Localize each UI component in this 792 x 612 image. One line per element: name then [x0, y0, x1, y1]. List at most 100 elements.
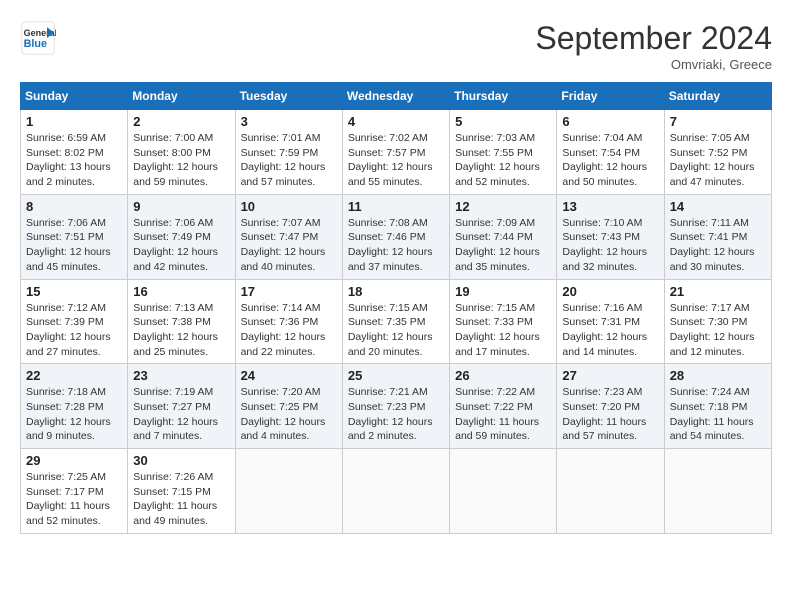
calendar-cell: [664, 449, 771, 534]
day-info: Sunrise: 7:24 AM Sunset: 7:18 PM Dayligh…: [670, 385, 766, 444]
calendar-cell: 4 Sunrise: 7:02 AM Sunset: 7:57 PM Dayli…: [342, 110, 449, 195]
calendar-cell: 30 Sunrise: 7:26 AM Sunset: 7:15 PM Dayl…: [128, 449, 235, 534]
calendar-cell: 7 Sunrise: 7:05 AM Sunset: 7:52 PM Dayli…: [664, 110, 771, 195]
calendar-cell: [557, 449, 664, 534]
calendar-header-saturday: Saturday: [664, 83, 771, 110]
calendar-cell: 13 Sunrise: 7:10 AM Sunset: 7:43 PM Dayl…: [557, 194, 664, 279]
calendar-cell: [450, 449, 557, 534]
calendar-header-sunday: Sunday: [21, 83, 128, 110]
day-number: 30: [133, 453, 229, 468]
day-number: 18: [348, 284, 444, 299]
day-info: Sunrise: 7:23 AM Sunset: 7:20 PM Dayligh…: [562, 385, 658, 444]
day-info: Sunrise: 7:22 AM Sunset: 7:22 PM Dayligh…: [455, 385, 551, 444]
logo-icon: General Blue: [20, 20, 56, 56]
day-info: Sunrise: 7:19 AM Sunset: 7:27 PM Dayligh…: [133, 385, 229, 444]
day-info: Sunrise: 7:07 AM Sunset: 7:47 PM Dayligh…: [241, 216, 337, 275]
calendar-header-tuesday: Tuesday: [235, 83, 342, 110]
day-info: Sunrise: 7:02 AM Sunset: 7:57 PM Dayligh…: [348, 131, 444, 190]
calendar-cell: [342, 449, 449, 534]
day-info: Sunrise: 7:09 AM Sunset: 7:44 PM Dayligh…: [455, 216, 551, 275]
title-block: September 2024 Omvriaki, Greece: [535, 20, 772, 72]
day-number: 6: [562, 114, 658, 129]
day-number: 1: [26, 114, 122, 129]
calendar-cell: 16 Sunrise: 7:13 AM Sunset: 7:38 PM Dayl…: [128, 279, 235, 364]
calendar-cell: 25 Sunrise: 7:21 AM Sunset: 7:23 PM Dayl…: [342, 364, 449, 449]
calendar-header-friday: Friday: [557, 83, 664, 110]
day-info: Sunrise: 7:01 AM Sunset: 7:59 PM Dayligh…: [241, 131, 337, 190]
day-info: Sunrise: 6:59 AM Sunset: 8:02 PM Dayligh…: [26, 131, 122, 190]
day-number: 23: [133, 368, 229, 383]
day-info: Sunrise: 7:08 AM Sunset: 7:46 PM Dayligh…: [348, 216, 444, 275]
calendar-cell: 8 Sunrise: 7:06 AM Sunset: 7:51 PM Dayli…: [21, 194, 128, 279]
day-number: 24: [241, 368, 337, 383]
month-title: September 2024: [535, 20, 772, 57]
calendar-cell: [235, 449, 342, 534]
day-info: Sunrise: 7:12 AM Sunset: 7:39 PM Dayligh…: [26, 301, 122, 360]
svg-text:Blue: Blue: [24, 38, 47, 50]
day-info: Sunrise: 7:25 AM Sunset: 7:17 PM Dayligh…: [26, 470, 122, 529]
day-info: Sunrise: 7:04 AM Sunset: 7:54 PM Dayligh…: [562, 131, 658, 190]
day-number: 2: [133, 114, 229, 129]
calendar-table: SundayMondayTuesdayWednesdayThursdayFrid…: [20, 82, 772, 534]
day-info: Sunrise: 7:18 AM Sunset: 7:28 PM Dayligh…: [26, 385, 122, 444]
location: Omvriaki, Greece: [535, 57, 772, 72]
day-info: Sunrise: 7:17 AM Sunset: 7:30 PM Dayligh…: [670, 301, 766, 360]
day-number: 3: [241, 114, 337, 129]
calendar-cell: 10 Sunrise: 7:07 AM Sunset: 7:47 PM Dayl…: [235, 194, 342, 279]
day-info: Sunrise: 7:16 AM Sunset: 7:31 PM Dayligh…: [562, 301, 658, 360]
calendar-cell: 19 Sunrise: 7:15 AM Sunset: 7:33 PM Dayl…: [450, 279, 557, 364]
day-info: Sunrise: 7:10 AM Sunset: 7:43 PM Dayligh…: [562, 216, 658, 275]
day-number: 14: [670, 199, 766, 214]
calendar-cell: 9 Sunrise: 7:06 AM Sunset: 7:49 PM Dayli…: [128, 194, 235, 279]
day-number: 13: [562, 199, 658, 214]
calendar-header-monday: Monday: [128, 83, 235, 110]
calendar-week-4: 22 Sunrise: 7:18 AM Sunset: 7:28 PM Dayl…: [21, 364, 772, 449]
day-info: Sunrise: 7:26 AM Sunset: 7:15 PM Dayligh…: [133, 470, 229, 529]
calendar-cell: 24 Sunrise: 7:20 AM Sunset: 7:25 PM Dayl…: [235, 364, 342, 449]
day-number: 5: [455, 114, 551, 129]
day-info: Sunrise: 7:11 AM Sunset: 7:41 PM Dayligh…: [670, 216, 766, 275]
calendar-cell: 5 Sunrise: 7:03 AM Sunset: 7:55 PM Dayli…: [450, 110, 557, 195]
calendar-cell: 27 Sunrise: 7:23 AM Sunset: 7:20 PM Dayl…: [557, 364, 664, 449]
day-number: 21: [670, 284, 766, 299]
calendar-cell: 2 Sunrise: 7:00 AM Sunset: 8:00 PM Dayli…: [128, 110, 235, 195]
day-number: 26: [455, 368, 551, 383]
day-info: Sunrise: 7:03 AM Sunset: 7:55 PM Dayligh…: [455, 131, 551, 190]
day-number: 17: [241, 284, 337, 299]
day-info: Sunrise: 7:05 AM Sunset: 7:52 PM Dayligh…: [670, 131, 766, 190]
day-number: 28: [670, 368, 766, 383]
calendar-cell: 26 Sunrise: 7:22 AM Sunset: 7:22 PM Dayl…: [450, 364, 557, 449]
calendar-cell: 17 Sunrise: 7:14 AM Sunset: 7:36 PM Dayl…: [235, 279, 342, 364]
day-number: 9: [133, 199, 229, 214]
calendar-cell: 12 Sunrise: 7:09 AM Sunset: 7:44 PM Dayl…: [450, 194, 557, 279]
calendar-cell: 14 Sunrise: 7:11 AM Sunset: 7:41 PM Dayl…: [664, 194, 771, 279]
day-number: 8: [26, 199, 122, 214]
day-info: Sunrise: 7:20 AM Sunset: 7:25 PM Dayligh…: [241, 385, 337, 444]
calendar-header-wednesday: Wednesday: [342, 83, 449, 110]
day-info: Sunrise: 7:21 AM Sunset: 7:23 PM Dayligh…: [348, 385, 444, 444]
day-number: 22: [26, 368, 122, 383]
calendar-cell: 29 Sunrise: 7:25 AM Sunset: 7:17 PM Dayl…: [21, 449, 128, 534]
day-number: 11: [348, 199, 444, 214]
day-info: Sunrise: 7:06 AM Sunset: 7:49 PM Dayligh…: [133, 216, 229, 275]
day-number: 27: [562, 368, 658, 383]
calendar-cell: 23 Sunrise: 7:19 AM Sunset: 7:27 PM Dayl…: [128, 364, 235, 449]
day-number: 16: [133, 284, 229, 299]
calendar-cell: 22 Sunrise: 7:18 AM Sunset: 7:28 PM Dayl…: [21, 364, 128, 449]
calendar-week-2: 8 Sunrise: 7:06 AM Sunset: 7:51 PM Dayli…: [21, 194, 772, 279]
day-info: Sunrise: 7:15 AM Sunset: 7:33 PM Dayligh…: [455, 301, 551, 360]
day-number: 12: [455, 199, 551, 214]
day-number: 15: [26, 284, 122, 299]
calendar-cell: 1 Sunrise: 6:59 AM Sunset: 8:02 PM Dayli…: [21, 110, 128, 195]
page-header: General Blue September 2024 Omvriaki, Gr…: [20, 20, 772, 72]
calendar-week-1: 1 Sunrise: 6:59 AM Sunset: 8:02 PM Dayli…: [21, 110, 772, 195]
calendar-cell: 18 Sunrise: 7:15 AM Sunset: 7:35 PM Dayl…: [342, 279, 449, 364]
day-number: 10: [241, 199, 337, 214]
calendar-header-row: SundayMondayTuesdayWednesdayThursdayFrid…: [21, 83, 772, 110]
day-number: 4: [348, 114, 444, 129]
calendar-week-5: 29 Sunrise: 7:25 AM Sunset: 7:17 PM Dayl…: [21, 449, 772, 534]
calendar-header-thursday: Thursday: [450, 83, 557, 110]
calendar-week-3: 15 Sunrise: 7:12 AM Sunset: 7:39 PM Dayl…: [21, 279, 772, 364]
day-info: Sunrise: 7:00 AM Sunset: 8:00 PM Dayligh…: [133, 131, 229, 190]
calendar-cell: 15 Sunrise: 7:12 AM Sunset: 7:39 PM Dayl…: [21, 279, 128, 364]
